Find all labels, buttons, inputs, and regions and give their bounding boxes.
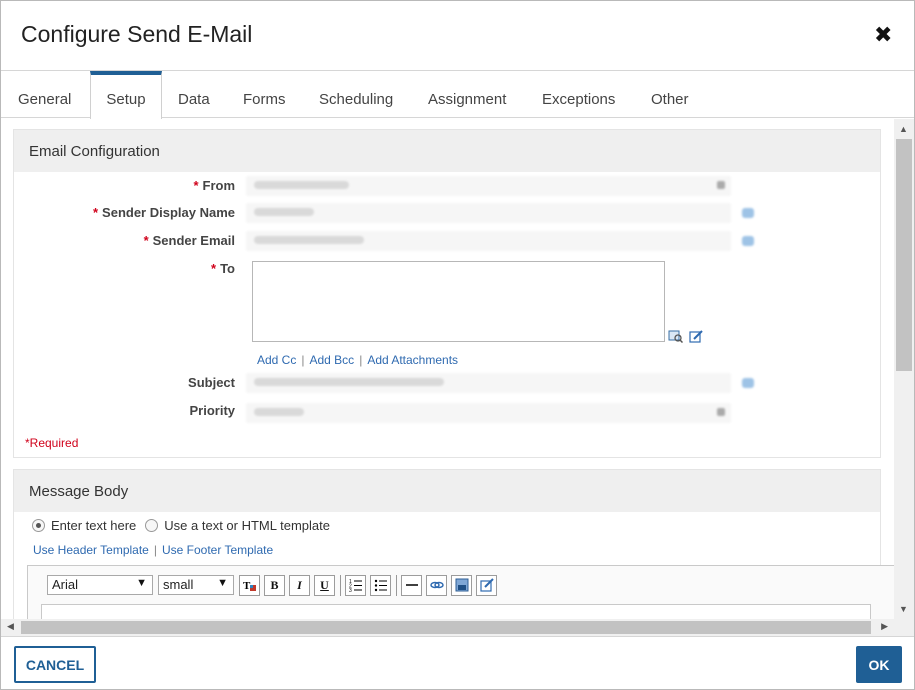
- italic-button[interactable]: I: [289, 574, 310, 596]
- numbered-list-icon: 123: [349, 579, 362, 592]
- text-color-icon: T: [243, 580, 256, 592]
- chevron-down-icon: ▼: [136, 577, 147, 589]
- vertical-scrollbar[interactable]: ▲ ▼: [894, 119, 914, 619]
- bullet-list-icon: [374, 579, 387, 592]
- font-select[interactable]: Arial ▼: [47, 575, 153, 595]
- scroll-left-icon[interactable]: ◀: [7, 621, 14, 632]
- insert-image-button[interactable]: [451, 574, 472, 596]
- configure-send-email-dialog: Configure Send E-Mail ✖ General Setup Da…: [0, 0, 915, 690]
- insert-link-button[interactable]: [426, 574, 447, 596]
- link-icon: [429, 581, 444, 589]
- edit-icon[interactable]: [689, 329, 704, 343]
- horizontal-rule-button[interactable]: [401, 574, 422, 596]
- add-cc-link[interactable]: Add Cc: [257, 353, 296, 367]
- tab-exceptions[interactable]: Exceptions: [542, 71, 615, 118]
- edit-icon[interactable]: [742, 208, 754, 218]
- dialog-footer: CANCEL OK: [1, 636, 914, 689]
- scrollbar-thumb[interactable]: [896, 139, 912, 371]
- title-bar: Configure Send E-Mail ✖: [1, 1, 914, 71]
- use-footer-template-link[interactable]: Use Footer Template: [162, 543, 273, 557]
- image-icon: [455, 578, 468, 592]
- panel-header: Email Configuration: [14, 130, 880, 172]
- cancel-button[interactable]: CANCEL: [14, 646, 96, 683]
- tab-setup[interactable]: Setup: [90, 71, 162, 119]
- bold-button[interactable]: B: [264, 574, 285, 596]
- editor-toolbar: Arial ▼ small ▼ T B I U 123: [47, 574, 501, 596]
- sender-email-label: * Sender Email: [143, 233, 235, 248]
- numbered-list-button[interactable]: 123: [345, 574, 366, 596]
- required-note: *Required: [25, 436, 79, 450]
- scrollbar-thumb[interactable]: [21, 621, 871, 634]
- panel-header: Message Body: [14, 470, 880, 512]
- toolbar-divider: [340, 574, 341, 596]
- underline-button[interactable]: U: [314, 574, 335, 596]
- scroll-right-icon[interactable]: ▶: [881, 621, 888, 632]
- enter-text-radio[interactable]: [32, 519, 45, 532]
- to-label: * To: [211, 261, 235, 276]
- scrollbar-corner: [894, 619, 914, 636]
- email-configuration-panel: Email Configuration * From * Sender Displa…: [13, 129, 881, 458]
- scroll-up-icon[interactable]: ▲: [899, 124, 908, 134]
- size-select[interactable]: small ▼: [158, 575, 234, 595]
- from-select[interactable]: [246, 176, 731, 196]
- toolbar-divider: [396, 574, 397, 596]
- text-color-button[interactable]: T: [239, 574, 260, 596]
- tab-forms[interactable]: Forms: [243, 71, 286, 118]
- tab-general[interactable]: General: [18, 71, 71, 118]
- content-area: Email Configuration * From * Sender Displa…: [1, 119, 914, 636]
- bullet-list-button[interactable]: [370, 574, 391, 596]
- priority-label: Priority: [189, 403, 235, 418]
- ok-button[interactable]: OK: [856, 646, 902, 683]
- tab-data[interactable]: Data: [178, 71, 210, 118]
- edit-icon: [479, 578, 494, 592]
- tab-bar: General Setup Data Forms Scheduling Assi…: [1, 71, 914, 119]
- sender-display-name-input[interactable]: [246, 203, 731, 223]
- tab-scheduling[interactable]: Scheduling: [319, 71, 393, 118]
- edit-icon[interactable]: [742, 236, 754, 246]
- sender-email-input[interactable]: [246, 231, 731, 251]
- address-book-icon[interactable]: [668, 329, 683, 343]
- add-attachments-link[interactable]: Add Attachments: [367, 353, 458, 367]
- recipient-links: Add Cc | Add Bcc | Add Attachments: [257, 353, 459, 367]
- chevron-down-icon: ▼: [217, 577, 228, 589]
- edit-source-button[interactable]: [476, 574, 497, 596]
- tab-assignment[interactable]: Assignment: [428, 71, 506, 118]
- use-header-template-link[interactable]: Use Header Template: [33, 543, 149, 557]
- svg-text:3: 3: [349, 588, 352, 592]
- priority-select[interactable]: [246, 403, 731, 423]
- template-links: Use Header Template | Use Footer Template: [33, 543, 274, 557]
- horizontal-scrollbar[interactable]: ◀ ▶: [1, 619, 894, 636]
- edit-icon[interactable]: [742, 378, 754, 388]
- to-textarea[interactable]: [252, 261, 665, 342]
- from-label: * From: [193, 178, 235, 193]
- scroll-down-icon[interactable]: ▼: [899, 604, 908, 614]
- subject-input[interactable]: [246, 373, 731, 393]
- close-icon[interactable]: ✖: [874, 24, 892, 46]
- dialog-title: Configure Send E-Mail: [21, 21, 253, 47]
- sender-display-name-label: * Sender Display Name: [92, 205, 235, 220]
- horizontal-rule-icon: [405, 584, 418, 586]
- body-source-options: Enter text here Use a text or HTML templ…: [32, 518, 330, 533]
- template-label: Use a text or HTML template: [164, 518, 330, 533]
- subject-label: Subject: [188, 375, 235, 390]
- message-body-panel: Message Body Enter text here Use a text …: [13, 469, 897, 636]
- template-radio[interactable]: [145, 519, 159, 532]
- add-bcc-link[interactable]: Add Bcc: [309, 353, 354, 367]
- enter-text-label: Enter text here: [51, 518, 137, 533]
- tab-other[interactable]: Other: [651, 71, 689, 118]
- svg-text:T: T: [243, 580, 251, 592]
